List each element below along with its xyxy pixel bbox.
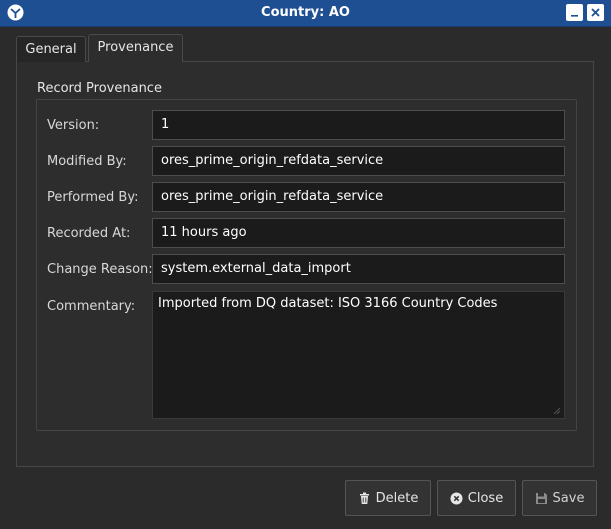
resize-grip-icon[interactable] — [553, 407, 561, 415]
modified-by-label: Modified By: — [47, 154, 127, 169]
recorded-at-field[interactable]: 11 hours ago — [152, 218, 565, 248]
version-label: Version: — [47, 118, 100, 133]
version-field[interactable]: 1 — [152, 110, 565, 140]
save-button[interactable]: Save — [522, 480, 597, 516]
floppy-icon — [535, 492, 547, 504]
close-circle-icon — [450, 492, 463, 504]
minimize-icon — [571, 15, 578, 17]
x-icon — [591, 8, 600, 17]
trash-icon — [359, 492, 369, 504]
change-reason-field[interactable]: system.external_data_import — [152, 254, 565, 284]
recorded-at-label: Recorded At: — [47, 226, 131, 241]
delete-button[interactable]: Delete — [345, 480, 431, 516]
tab-general[interactable]: General — [16, 36, 86, 62]
window-close-button[interactable] — [587, 4, 604, 21]
performed-by-field[interactable]: ores_prime_origin_refdata_service — [152, 182, 565, 212]
tab-provenance[interactable]: Provenance — [88, 34, 183, 62]
window-title: Country: AO — [261, 5, 350, 20]
commentary-textarea[interactable]: Imported from DQ dataset: ISO 3166 Count… — [152, 291, 565, 419]
commentary-label: Commentary: — [47, 299, 136, 314]
group-title: Record Provenance — [37, 81, 162, 96]
title-bar: Country: AO — [0, 0, 611, 27]
delete-label: Delete — [375, 490, 419, 506]
close-label: Close — [467, 490, 504, 506]
change-reason-label: Change Reason: — [47, 262, 153, 277]
performed-by-label: Performed By: — [47, 190, 139, 205]
commentary-text: Imported from DQ dataset: ISO 3166 Count… — [158, 296, 498, 311]
close-button[interactable]: Close — [437, 480, 516, 516]
minimize-button[interactable] — [566, 4, 583, 21]
modified-by-field[interactable]: ores_prime_origin_refdata_service — [152, 146, 565, 176]
save-label: Save — [552, 490, 585, 506]
